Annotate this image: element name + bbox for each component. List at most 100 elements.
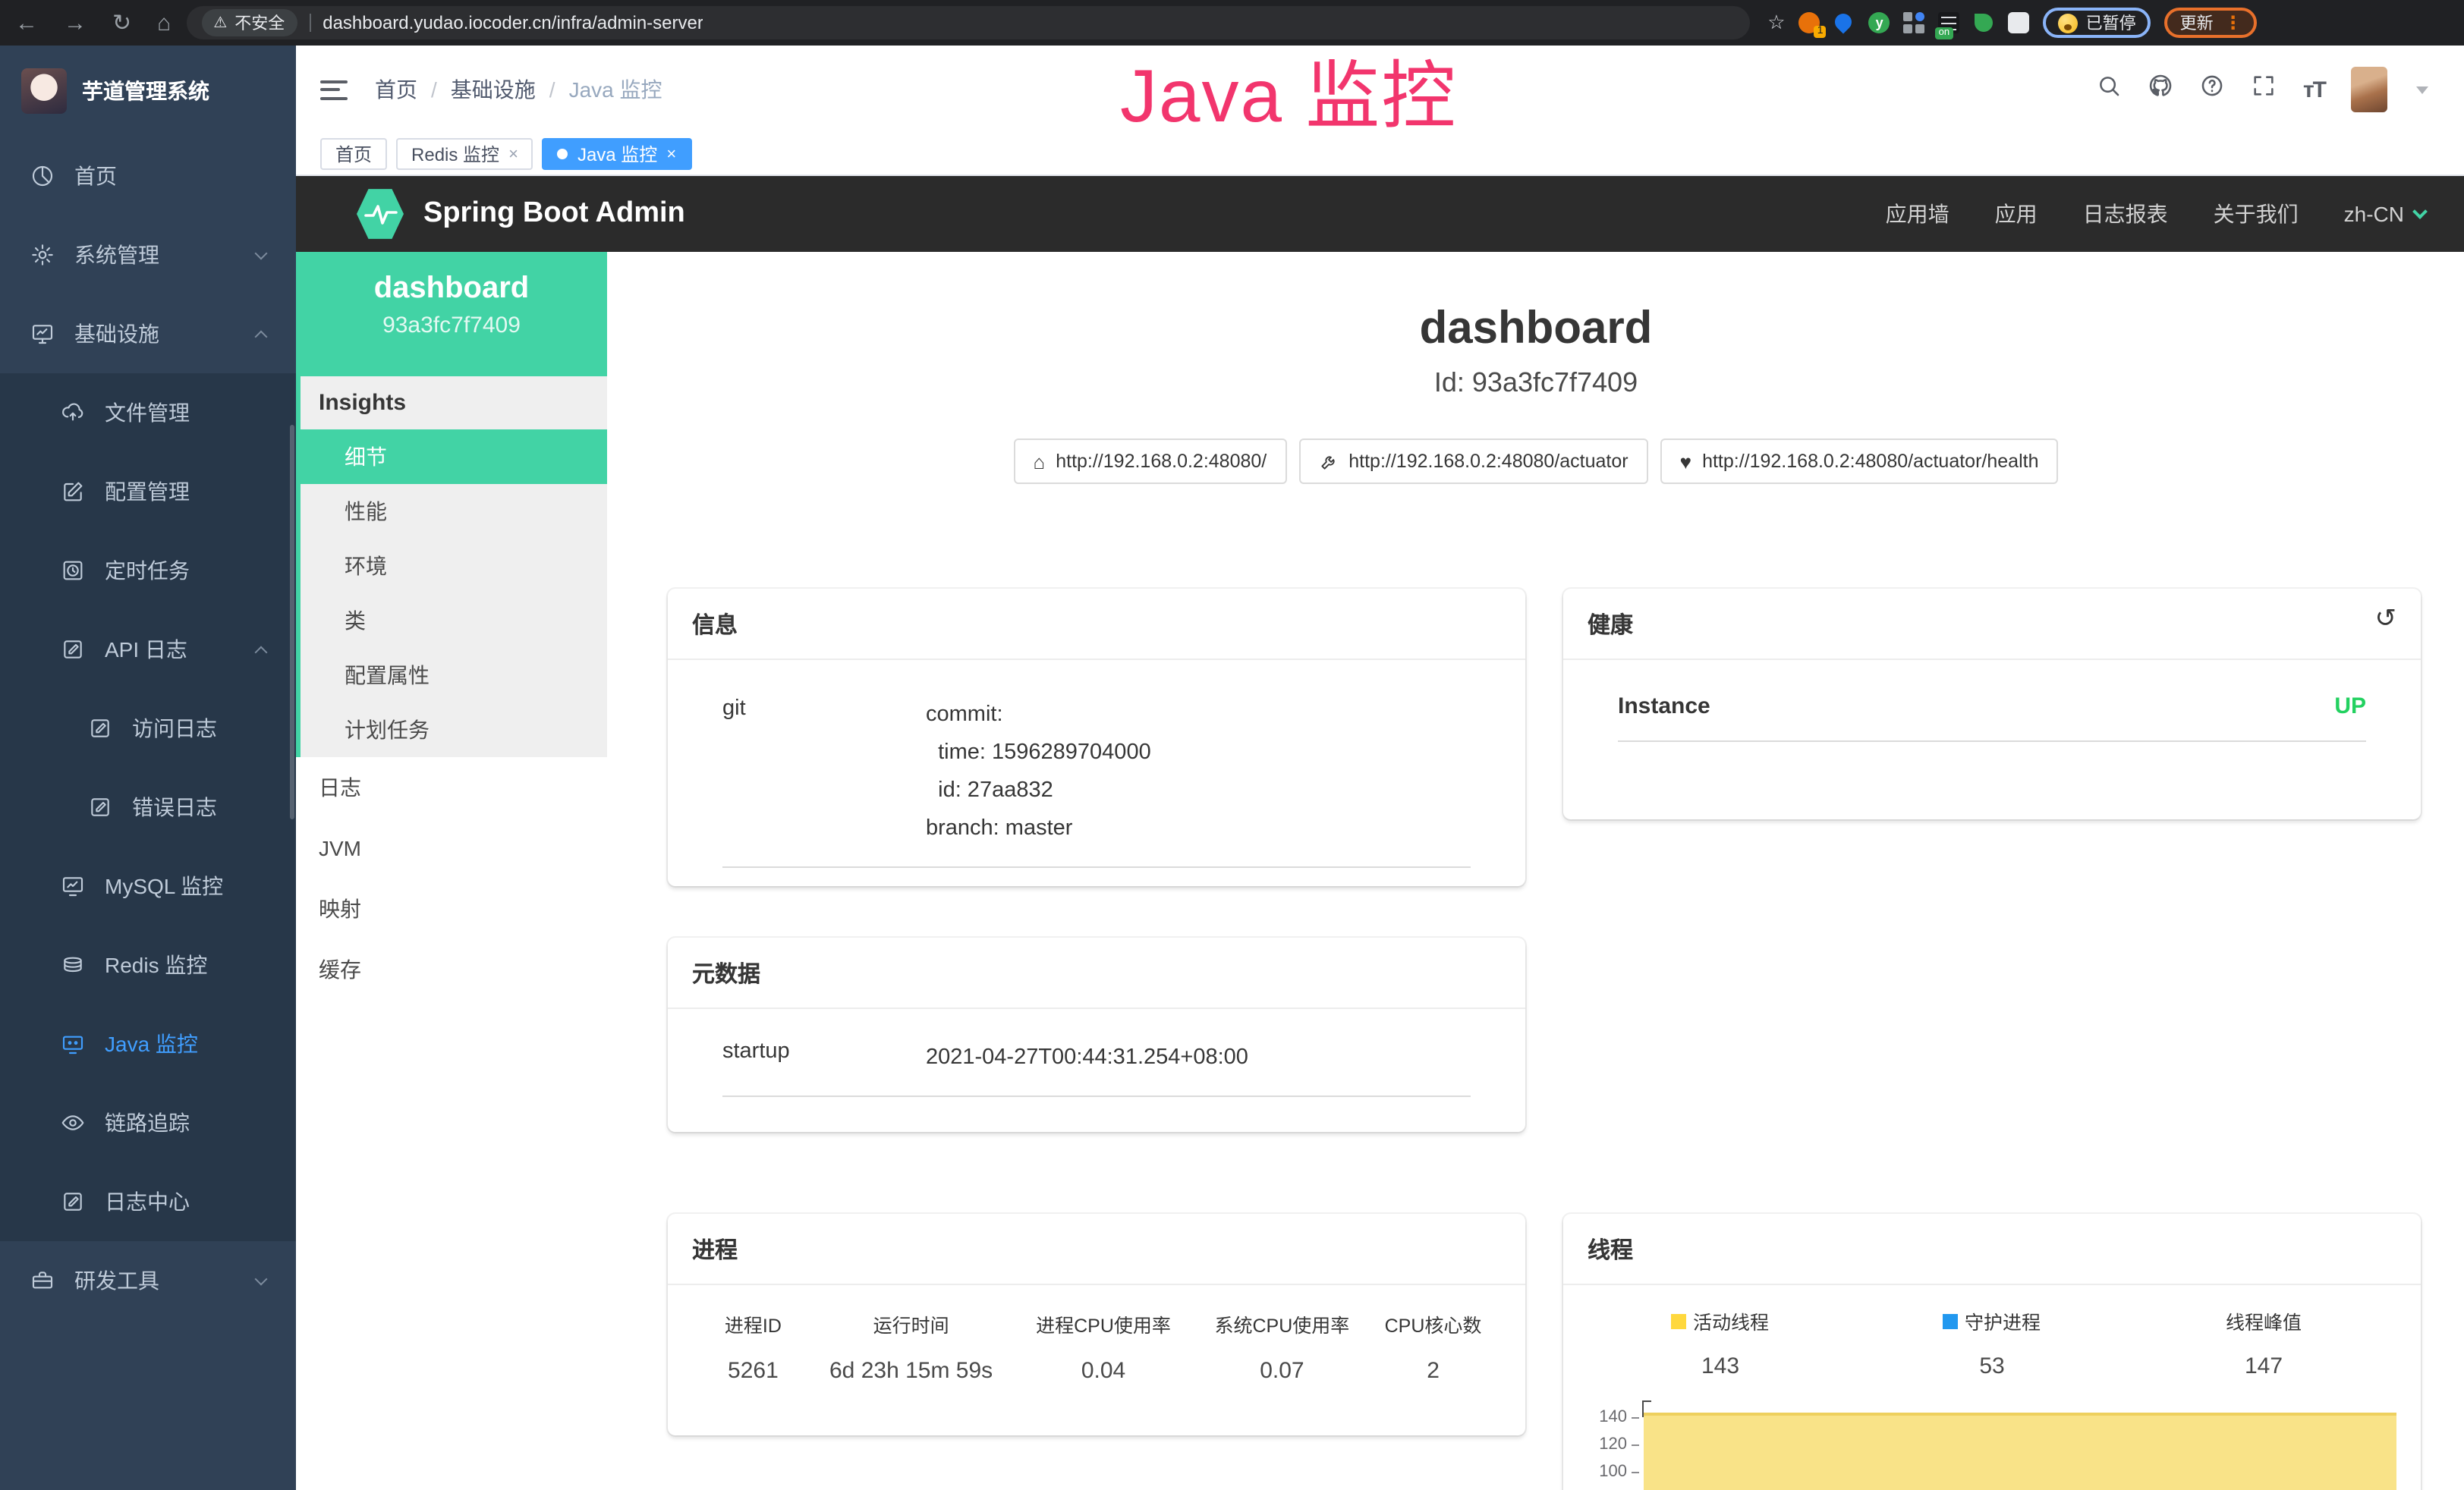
home-icon[interactable]: ⌂ <box>157 11 171 34</box>
chart-monitor-icon <box>61 874 85 898</box>
sba-nav-applications[interactable]: 应用 <box>1995 199 2038 229</box>
extension-leaf-icon[interactable] <box>1974 12 1995 33</box>
actuator-url-button[interactable]: http://192.168.0.2:48080/actuator <box>1298 439 1647 484</box>
fullscreen-icon[interactable] <box>2252 73 2277 106</box>
threads-chart: 140 120 100 <box>1584 1400 2399 1490</box>
sidebar-item-files[interactable]: 文件管理 <box>0 373 296 452</box>
sba-logo-icon[interactable] <box>357 187 404 240</box>
breadcrumb-home[interactable]: 首页 <box>375 74 417 105</box>
close-icon[interactable]: × <box>508 145 518 163</box>
layers-icon <box>61 953 85 977</box>
sidebar-item-error-log[interactable]: 错误日志 <box>0 768 296 847</box>
sidebar-item-infra[interactable]: 基础设施 <box>0 294 296 373</box>
tab-redis-monitor[interactable]: Redis 监控 × <box>396 138 533 170</box>
sidebar-item-api-log[interactable]: API 日志 <box>0 610 296 689</box>
tab-java-monitor[interactable]: Java 监控 × <box>543 138 691 170</box>
browser-chrome: ← → ↻ ⌂ ⚠ 不安全 dashboard.yudao.iocoder.cn… <box>0 0 2464 46</box>
sba-item-classes[interactable]: 类 <box>301 593 607 648</box>
sba-item-metrics[interactable]: 性能 <box>301 484 607 539</box>
process-values-row: 5261 6d 23h 15m 59s 0.04 0.07 2 <box>698 1358 1495 1384</box>
breadcrumb: 首页 / 基础设施 / Java 监控 <box>375 74 662 105</box>
sba-instance-header[interactable]: dashboard 93a3fc7f7409 <box>296 252 607 376</box>
endpoint-buttons: ⌂ http://192.168.0.2:48080/ http://192.1… <box>607 439 2464 484</box>
menu-kebab-icon[interactable]: ⋮ <box>2224 12 2242 33</box>
group-label[interactable]: Insights <box>301 376 607 429</box>
sba-item-env[interactable]: 环境 <box>301 539 607 593</box>
extension-pin-icon[interactable] <box>1834 12 1855 33</box>
breadcrumb-separator: / <box>549 77 555 102</box>
extension-colorzilla-icon[interactable]: 1 <box>1799 12 1820 33</box>
extensions-puzzle-icon[interactable] <box>2009 12 2030 33</box>
url-text[interactable]: dashboard.yudao.iocoder.cn/infra/admin-s… <box>323 12 703 33</box>
sidebar-item-log-center[interactable]: 日志中心 <box>0 1162 296 1241</box>
breadcrumb-infra[interactable]: 基础设施 <box>451 74 536 105</box>
close-icon[interactable]: × <box>666 145 676 163</box>
sidebar-scrollbar[interactable] <box>290 425 294 819</box>
sba-item-caches[interactable]: 缓存 <box>296 939 607 1000</box>
sidebar-item-label: Java 监控 <box>105 1029 198 1059</box>
sba-item-jvm[interactable]: JVM <box>296 818 607 879</box>
sidebar-item-dev-tools[interactable]: 研发工具 <box>0 1241 296 1320</box>
column-header: 系统CPU使用率 <box>1193 1309 1371 1338</box>
card-health-title: 健康 ↺ <box>1563 589 2421 660</box>
extension-switch-icon[interactable]: on <box>1939 12 1960 33</box>
search-icon[interactable] <box>2097 73 2123 106</box>
sidebar-item-jobs[interactable]: 定时任务 <box>0 531 296 610</box>
tab-label: Java 监控 <box>577 141 657 167</box>
sba-locale-select[interactable]: zh-CN <box>2344 202 2425 226</box>
sba-item-configprops[interactable]: 配置属性 <box>301 648 607 703</box>
sba-item-mappings[interactable]: 映射 <box>296 879 607 939</box>
sba-item-logs[interactable]: 日志 <box>296 757 607 818</box>
help-icon[interactable] <box>2200 73 2226 106</box>
hamburger-icon[interactable] <box>320 80 348 99</box>
sidebar-item-system[interactable]: 系统管理 <box>0 215 296 294</box>
sidebar-item-label: API 日志 <box>105 634 187 665</box>
sidebar-item-access-log[interactable]: 访问日志 <box>0 689 296 768</box>
sidebar-item-java-monitor[interactable]: Java 监控 <box>0 1004 296 1083</box>
tab-label: 首页 <box>335 141 372 167</box>
sidebar-item-redis[interactable]: Redis 监控 <box>0 926 296 1004</box>
sba-brand-title[interactable]: Spring Boot Admin <box>423 197 685 231</box>
address-bar[interactable]: ⚠ 不安全 dashboard.yudao.iocoder.cn/infra/a… <box>186 6 1749 39</box>
log-icon <box>88 716 112 740</box>
sidebar-item-home[interactable]: 首页 <box>0 137 296 215</box>
sba-sidebar: dashboard 93a3fc7f7409 Insights 细节 性能 环境… <box>296 252 607 1490</box>
sidebar-item-tracing[interactable]: 链路追踪 <box>0 1083 296 1162</box>
bookmark-star-icon[interactable]: ☆ <box>1767 11 1785 35</box>
service-url-button[interactable]: ⌂ http://192.168.0.2:48080/ <box>1014 439 1287 484</box>
sba-nav-journal[interactable]: 日志报表 <box>2083 199 2168 229</box>
y-axis-tick: 140 <box>1584 1408 1627 1426</box>
font-size-icon[interactable]: тT <box>2303 77 2325 102</box>
app-logo-row[interactable]: 芋道管理系统 <box>0 46 296 137</box>
forward-icon[interactable]: → <box>64 11 87 34</box>
sidebar-item-label: 配置管理 <box>105 476 190 507</box>
log-icon <box>61 1190 85 1214</box>
extension-badge: 1 <box>1814 26 1827 38</box>
sba-nav-wallboard[interactable]: 应用墙 <box>1886 199 1949 229</box>
on-badge: on <box>1936 27 1953 39</box>
avatar[interactable] <box>2351 67 2387 112</box>
github-icon[interactable] <box>2148 73 2174 106</box>
health-url-button[interactable]: ♥ http://192.168.0.2:48080/actuator/heal… <box>1660 439 2059 484</box>
sba-item-scheduled-tasks[interactable]: 计划任务 <box>301 703 607 757</box>
sba-item-details[interactable]: 细节 <box>296 429 607 484</box>
sidebar-item-mysql[interactable]: MySQL 监控 <box>0 847 296 926</box>
caret-down-icon[interactable] <box>2416 86 2428 93</box>
extension-y-icon[interactable]: y <box>1869 12 1890 33</box>
history-icon[interactable]: ↺ <box>2375 604 2397 634</box>
sba-nav-about[interactable]: 关于我们 <box>2214 199 2299 229</box>
sidebar: 芋道管理系统 首页 系统管理 基础设施 文件管理 <box>0 46 296 1490</box>
chrome-update-button[interactable]: 更新 ⋮ <box>2165 8 2258 38</box>
security-label: 不安全 <box>234 11 285 35</box>
clock-icon <box>61 558 85 583</box>
tab-home[interactable]: 首页 <box>320 138 387 170</box>
table-row[interactable]: Instance UP <box>1618 693 2366 742</box>
sidebar-item-config[interactable]: 配置管理 <box>0 452 296 531</box>
extension-grid-icon[interactable] <box>1904 12 1925 33</box>
table-row: git commit: time: 1596289704000 id: 27aa… <box>722 696 1471 868</box>
reload-icon[interactable]: ↻ <box>112 11 131 34</box>
legend-blue-icon <box>1943 1313 1959 1328</box>
profile-paused-badge[interactable]: 已暂停 <box>2044 8 2151 38</box>
back-icon[interactable]: ← <box>15 11 38 34</box>
security-chip[interactable]: ⚠ 不安全 <box>201 9 297 36</box>
